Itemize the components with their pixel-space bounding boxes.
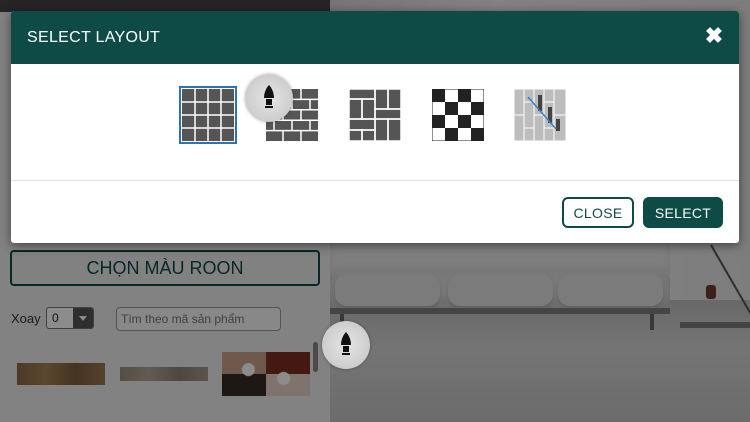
select-button[interactable]: SELECT (643, 197, 723, 228)
select-layout-dialog: SELECT LAYOUT ✖ CLOSE SELECT (11, 11, 739, 243)
dialog-header: SELECT LAYOUT ✖ (11, 11, 739, 64)
close-icon[interactable]: ✖ (703, 25, 725, 47)
stagger-layout-icon (514, 89, 566, 141)
close-button[interactable]: CLOSE (562, 197, 634, 228)
grid-layout-icon (182, 89, 234, 141)
layout-option-grid[interactable] (179, 86, 237, 144)
layout-option-checker[interactable] (429, 86, 487, 144)
touch-pointer-icon (322, 321, 370, 369)
dialog-title: SELECT LAYOUT (27, 29, 161, 46)
layout-options (11, 64, 739, 180)
herringbone-layout-icon (349, 89, 401, 141)
layout-option-herringbone[interactable] (346, 86, 404, 144)
layout-option-vertical-stagger[interactable] (511, 86, 569, 144)
dialog-divider (11, 180, 739, 181)
checker-layout-icon (432, 89, 484, 141)
touch-pointer-icon (245, 74, 293, 122)
